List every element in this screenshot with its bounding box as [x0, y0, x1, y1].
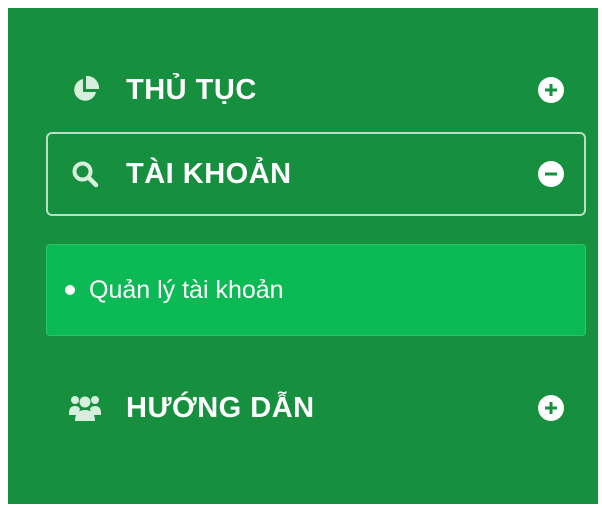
submenu-tai-khoan: Quản lý tài khoản — [46, 244, 586, 336]
menu-item-tai-khoan[interactable]: TÀI KHOẢN — [46, 132, 586, 216]
plus-circle-icon[interactable] — [538, 77, 564, 103]
users-icon — [68, 391, 102, 425]
plus-circle-icon[interactable] — [538, 395, 564, 421]
menu-item-label: TÀI KHOẢN — [126, 157, 292, 190]
sidebar-menu: THỦ TỤC TÀI KHOẢN Quản lý tài khoản HƯỚN… — [8, 8, 598, 504]
menu-item-label: THỦ TỤC — [126, 73, 257, 106]
menu-item-label: HƯỚNG DẪN — [126, 391, 315, 424]
minus-circle-icon[interactable] — [538, 161, 564, 187]
search-icon — [68, 157, 102, 191]
bullet-icon — [65, 285, 75, 295]
menu-item-huong-dan[interactable]: HƯỚNG DẪN — [46, 366, 586, 450]
submenu-item-label: Quản lý tài khoản — [89, 275, 284, 304]
pie-chart-icon — [68, 73, 102, 107]
menu-item-thu-tuc[interactable]: THỦ TỤC — [46, 48, 586, 132]
submenu-item-quan-ly-tai-khoan[interactable]: Quản lý tài khoản — [65, 245, 567, 335]
